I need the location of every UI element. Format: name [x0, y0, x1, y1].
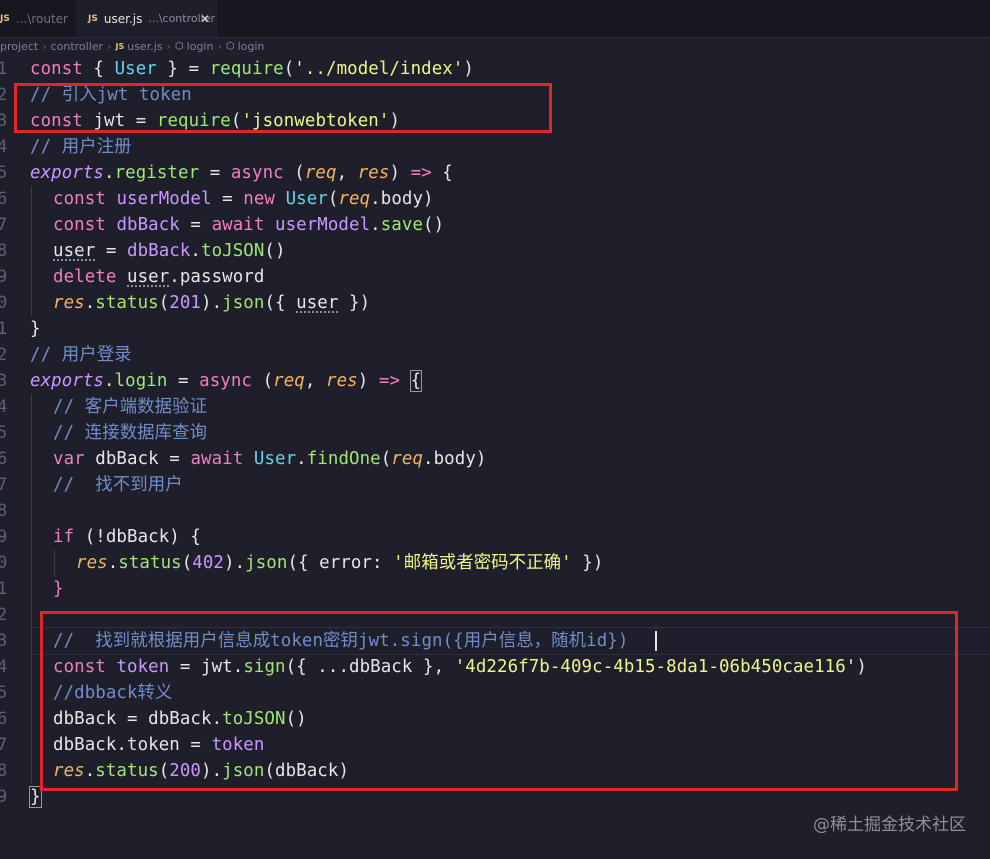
line-number: 5	[0, 423, 8, 443]
method-icon: ⬡	[225, 41, 235, 52]
tab-label: ...\router	[15, 11, 68, 26]
line-number: 3	[0, 111, 8, 131]
line-number: 0	[0, 293, 8, 313]
code-line: exports.login = async (req, res) => {	[30, 370, 423, 392]
code-line: // 连接数据库查询	[53, 423, 208, 443]
code-line: const { User } = require('../model/index…	[30, 59, 474, 79]
line-number: 4	[0, 137, 8, 157]
line-number: 8	[0, 761, 8, 781]
code-line: exports.register = async (req, res) => {	[30, 163, 453, 183]
breadcrumb-item[interactable]: login	[238, 40, 265, 53]
code-line: res.status(201).json({ user })	[53, 293, 371, 313]
line-number: 3	[0, 371, 8, 391]
line-number: 9	[0, 267, 8, 287]
line-number: 7	[0, 215, 8, 235]
close-icon[interactable]: ✕	[200, 12, 210, 26]
line-number: 7	[0, 475, 8, 495]
line-number: 9	[0, 787, 8, 807]
code-line: const userModel = new User(req.body)	[53, 189, 434, 209]
line-number: 1	[0, 319, 8, 339]
code-line: var dbBack = await User.findOne(req.body…	[53, 449, 487, 469]
chevron-right-icon: ›	[107, 40, 112, 53]
code-line: delete user.password	[53, 267, 265, 287]
line-number: 6	[0, 449, 8, 469]
code-line: }	[53, 579, 64, 599]
line-number: 1	[0, 59, 8, 79]
code-line: // 客户端数据验证	[53, 397, 208, 417]
line-number: 7	[0, 735, 8, 755]
line-number: 6	[0, 709, 8, 729]
line-number: 2	[0, 605, 8, 625]
line-number: 1	[0, 579, 8, 599]
indent-guide	[31, 186, 32, 316]
tab-label: user.js	[103, 11, 143, 26]
js-file-icon: JS	[0, 13, 10, 24]
tab-router-js[interactable]: JS ...\router	[0, 0, 76, 37]
chevron-right-icon: ›	[42, 40, 47, 53]
line-number: 5	[0, 163, 8, 183]
js-file-icon: JS	[88, 13, 98, 24]
chevron-right-icon: ›	[166, 40, 171, 53]
code-line: res.status(402).json({ error: '邮箱或者密码不正确…	[76, 553, 604, 573]
code-line: // 找不到用户	[53, 475, 183, 495]
highlight-box-token-sign	[40, 611, 958, 791]
line-number: 6	[0, 189, 8, 209]
code-line: }	[30, 319, 41, 339]
line-number: 8	[0, 501, 8, 521]
code-line: user = dbBack.toJSON()	[53, 241, 286, 261]
line-number: 9	[0, 527, 8, 547]
code-line: }	[29, 786, 42, 808]
indent-guide	[31, 394, 32, 784]
chevron-right-icon: ›	[217, 40, 222, 53]
breadcrumb-item[interactable]: login	[187, 40, 214, 53]
breadcrumb-item[interactable]: project	[0, 40, 38, 53]
tab-user-js[interactable]: JS user.js ...\controller ✕	[76, 0, 218, 37]
line-number: 2	[0, 345, 8, 365]
method-icon: ⬡	[174, 41, 184, 52]
line-number: 2	[0, 85, 8, 105]
highlight-box-jwt-import	[14, 83, 552, 133]
code-line: const dbBack = await userModel.save()	[53, 215, 445, 235]
editor-tab-bar: JS ...\router JS user.js ...\controller …	[0, 0, 990, 38]
indent-guide	[54, 550, 55, 576]
js-file-icon: JS	[115, 42, 125, 51]
code-line: // 用户注册	[30, 137, 132, 157]
line-number: 4	[0, 397, 8, 417]
line-number: 3	[0, 631, 8, 651]
watermark: @稀土掘金技术社区	[813, 815, 966, 835]
breadcrumb-item[interactable]: controller	[51, 40, 103, 53]
breadcrumb: project › controller › JS user.js › ⬡ lo…	[0, 37, 990, 56]
line-number: 8	[0, 241, 8, 261]
line-number: 0	[0, 553, 8, 573]
line-number: 5	[0, 683, 8, 703]
code-line: if (!dbBack) {	[53, 527, 201, 547]
code-line: // 用户登录	[30, 345, 132, 365]
line-number: 4	[0, 657, 8, 677]
breadcrumb-item[interactable]: user.js	[127, 40, 162, 53]
